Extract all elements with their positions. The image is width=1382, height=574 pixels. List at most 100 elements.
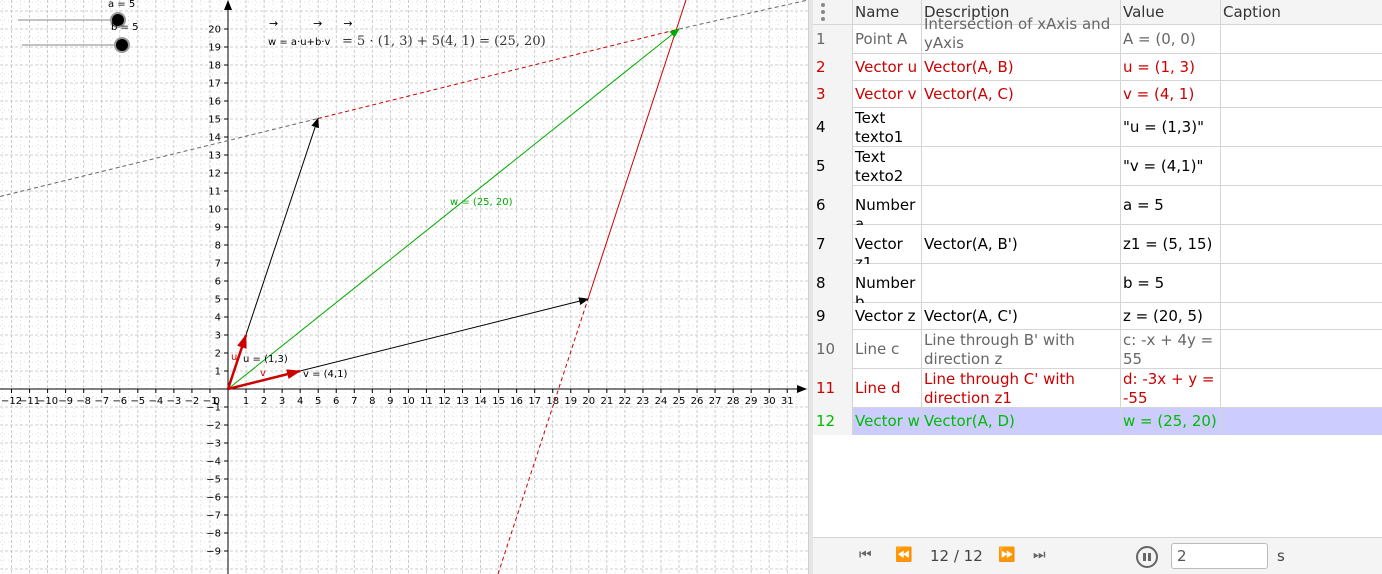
slider-b[interactable]: b = 5 xyxy=(22,22,138,53)
x-tick-label: −2 xyxy=(185,396,200,407)
y-tick-label: −9 xyxy=(206,547,221,558)
label-v[interactable]: v = (4,1) xyxy=(303,369,347,380)
col-caption-header[interactable]: Caption xyxy=(1223,3,1281,21)
row-caption xyxy=(1220,408,1382,435)
x-tick-label: 5 xyxy=(315,396,321,407)
protocol-row[interactable]: 9 Vector z Vector(A, C') z = (20, 5) xyxy=(813,303,1382,330)
row-description xyxy=(921,108,1120,147)
x-tick-label: 28 xyxy=(727,396,740,407)
graphics-canvas[interactable]: −12−11−10 −9 −8 −7 −6 −5 −4 −3 −2 −1 1 2 3 4 5 6 7 8 9 10 11… xyxy=(0,0,808,574)
last-step-icon[interactable]: ⏭ xyxy=(1033,547,1046,563)
protocol-row[interactable]: 12 Vector w Vector(A, D) w = (25, 20) xyxy=(813,408,1382,435)
row-description: Line through B' with direction z xyxy=(924,330,1075,368)
col-value-header[interactable]: Value xyxy=(1123,3,1164,21)
y-tick-label: 20 xyxy=(208,25,221,36)
y-tick-label: 5 xyxy=(215,295,221,306)
row-name: Point A xyxy=(855,30,908,48)
x-tick-label: 14 xyxy=(474,396,487,407)
pause-icon[interactable] xyxy=(1136,546,1158,568)
x-tick-label: 24 xyxy=(655,396,668,407)
slider-b-knob[interactable] xyxy=(114,37,130,53)
x-tick-label: 30 xyxy=(763,396,776,407)
row-value: z1 = (5, 15) xyxy=(1123,235,1213,253)
y-tick-label: 2 xyxy=(215,349,221,360)
x-tick-label: 29 xyxy=(745,396,758,407)
row-number: 8 xyxy=(813,264,852,303)
protocol-row[interactable]: 11 Line d Line through C' with direction z… xyxy=(813,369,1382,408)
x-tick-label: 6 xyxy=(333,396,339,407)
row-caption xyxy=(1220,25,1382,54)
x-tick-label: 19 xyxy=(564,396,577,407)
row-description: Line through C' with direction z1 xyxy=(924,369,1075,407)
y-tick-label: 9 xyxy=(215,223,221,234)
y-tick-label: −7 xyxy=(206,511,221,522)
row-caption xyxy=(1220,108,1382,147)
navigation-bar: ⏮ ⏪ 12 / 12 ⏩ ⏭ s xyxy=(813,537,1382,574)
y-tick-label: 13 xyxy=(208,151,221,162)
row-name: Vector u xyxy=(855,58,918,76)
x-tick-label: 1 xyxy=(243,396,249,407)
row-description: Vector(A, C') xyxy=(924,307,1018,325)
formula-rhs[interactable]: = 5 · (1, 3) + 5(4, 1) = (25, 20) xyxy=(342,34,546,49)
protocol-row[interactable]: 7 Vector z1 Vector(A, B') z1 = (5, 15) xyxy=(813,225,1382,264)
row-value: u = (1, 3) xyxy=(1123,58,1195,76)
row-number: 7 xyxy=(813,225,852,264)
row-number: 12 xyxy=(813,408,852,435)
speed-unit: s xyxy=(1277,547,1285,565)
row-name: Text texto1 xyxy=(855,108,904,146)
row-value: "u = (1,3)" xyxy=(1123,118,1204,136)
y-tick-label: −3 xyxy=(206,439,221,450)
row-value: b = 5 xyxy=(1123,274,1165,292)
x-tick-label: 22 xyxy=(619,396,632,407)
row-name: Vector z xyxy=(855,307,916,325)
x-tick-label: 10 xyxy=(402,396,415,407)
row-name: Number b xyxy=(855,274,916,303)
y-tick-label: −2 xyxy=(206,421,221,432)
first-step-icon[interactable]: ⏮ xyxy=(859,547,872,563)
protocol-row[interactable]: 5 Text texto2 "v = (4,1)" xyxy=(813,147,1382,186)
label-u[interactable]: u = (1,3) xyxy=(243,354,288,365)
y-tick-label: 16 xyxy=(208,97,221,108)
grid xyxy=(0,0,808,574)
row-description: Vector(A, B) xyxy=(924,58,1014,76)
row-value: v = (4, 1) xyxy=(1123,85,1195,103)
row-caption xyxy=(1220,186,1382,225)
y-tick-label: 19 xyxy=(208,43,221,54)
y-tick-label: 7 xyxy=(215,259,221,270)
row-caption xyxy=(1220,81,1382,108)
previous-step-icon[interactable]: ⏪ xyxy=(895,547,912,563)
label-v-short: v xyxy=(260,368,266,379)
x-tick-label: −10 xyxy=(37,396,58,407)
row-caption xyxy=(1220,330,1382,369)
x-tick-label: 27 xyxy=(709,396,722,407)
protocol-menu-icon[interactable] xyxy=(821,3,829,21)
speed-input[interactable] xyxy=(1171,543,1268,569)
row-description xyxy=(921,147,1120,186)
protocol-row[interactable]: 1 Point A Intersection of xAxis and yAxis A… xyxy=(813,15,1382,54)
protocol-row[interactable]: 8 Number b b = 5 xyxy=(813,264,1382,303)
protocol-row[interactable]: 3 Vector v Vector(A, C) v = (4, 1) xyxy=(813,81,1382,108)
row-value: z = (20, 5) xyxy=(1123,307,1203,325)
formula-lhs[interactable]: w = a·u+b·v xyxy=(268,37,330,48)
row-caption xyxy=(1220,225,1382,264)
row-name: Vector v xyxy=(855,85,917,103)
row-description: Vector(A, C) xyxy=(924,85,1014,103)
protocol-row[interactable]: 4 Text texto1 "u = (1,3)" xyxy=(813,108,1382,147)
graphics-view[interactable]: −12 −11 −10 −9 −8 −7 −6 −5 −4 −3 −2 −1 1 2 3 4 5 6 7 8 9 10 11… xyxy=(0,0,808,574)
x-tick-label: 13 xyxy=(456,396,469,407)
x-tick-label: 26 xyxy=(691,396,704,407)
protocol-row[interactable]: 10 Line c Line through B' with direction z… xyxy=(813,330,1382,369)
x-tick-label: −8 xyxy=(76,396,91,407)
y-tick-label: 12 xyxy=(208,169,221,180)
y-tick-label: 4 xyxy=(215,313,221,324)
protocol-row[interactable]: 6 Number a a = 5 xyxy=(813,186,1382,225)
row-description xyxy=(921,264,1120,303)
line-c-right[interactable] xyxy=(678,0,808,30)
col-name-header[interactable]: Name xyxy=(855,3,899,21)
x-tick-label: 7 xyxy=(351,396,357,407)
protocol-row[interactable]: 2 Vector u Vector(A, B) u = (1, 3) xyxy=(813,54,1382,81)
next-step-icon[interactable]: ⏩ xyxy=(998,547,1015,563)
x-tick-label: 31 xyxy=(781,396,794,407)
row-name: Number a xyxy=(855,196,916,225)
x-tick-label: 4 xyxy=(297,396,303,407)
